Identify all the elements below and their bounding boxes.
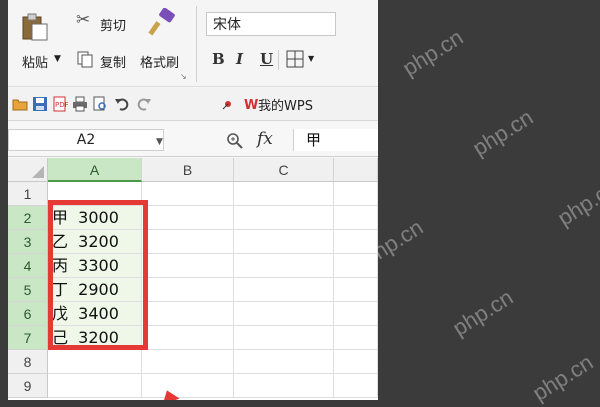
cell-b1[interactable] xyxy=(142,182,234,206)
column-header-c[interactable]: C xyxy=(234,158,334,182)
name-box[interactable]: A2 xyxy=(8,129,164,151)
print-icon[interactable] xyxy=(72,96,88,112)
cell-c2[interactable] xyxy=(234,206,334,230)
open-folder-icon[interactable] xyxy=(12,96,28,112)
select-all-icon xyxy=(32,166,44,178)
cell-a9[interactable] xyxy=(48,374,142,398)
cell-b7[interactable] xyxy=(142,326,234,350)
cell-c5[interactable] xyxy=(234,278,334,302)
row-header[interactable]: 5 xyxy=(8,278,48,302)
font-name-select[interactable]: 宋体 xyxy=(206,12,336,36)
column-header-d[interactable] xyxy=(334,158,378,182)
row-header[interactable]: 9 xyxy=(8,374,48,398)
scissors-icon[interactable]: ✂ xyxy=(76,10,90,30)
cell-b2[interactable] xyxy=(142,206,234,230)
paste-button[interactable]: 粘贴 xyxy=(22,52,48,71)
cell-c7[interactable] xyxy=(234,326,334,350)
svg-text:W: W xyxy=(244,98,258,112)
undo-icon[interactable] xyxy=(114,96,130,112)
cell-b9[interactable] xyxy=(142,374,234,398)
cell-c6[interactable] xyxy=(234,302,334,326)
ribbon-divider xyxy=(278,50,279,70)
cell-c3[interactable] xyxy=(234,230,334,254)
my-wps-tab[interactable]: 我的WPS xyxy=(258,95,313,114)
row-header[interactable]: 4 xyxy=(8,254,48,278)
cell-b5[interactable] xyxy=(142,278,234,302)
customize-toolbar-icon[interactable] xyxy=(220,96,236,112)
cell-d4[interactable] xyxy=(334,254,378,278)
print-preview-icon[interactable] xyxy=(92,96,108,112)
cell-c9[interactable] xyxy=(234,374,334,398)
save-icon[interactable] xyxy=(32,96,48,112)
cell-a8[interactable] xyxy=(48,350,142,374)
borders-dropdown-icon[interactable]: ▼ xyxy=(308,54,314,63)
format-painter-icon[interactable] xyxy=(146,7,178,42)
italic-button[interactable]: I xyxy=(236,50,243,68)
formula-input[interactable]: 甲 xyxy=(293,129,378,151)
row-header[interactable]: 3 xyxy=(8,230,48,254)
row-header[interactable]: 1 xyxy=(8,182,48,206)
chevron-down-icon[interactable]: ▼ xyxy=(54,54,61,64)
cell-d6[interactable] xyxy=(334,302,378,326)
ribbon-toolbar: 粘贴 ▼ ✂ 剪切 复制 格式刷 ↘ 宋体 B I U ▼ xyxy=(8,0,378,87)
copy-icon[interactable] xyxy=(76,50,94,72)
quick-access-toolbar: PDF W 我的WPS xyxy=(8,88,378,121)
row-header[interactable]: 7 xyxy=(8,326,48,350)
cell-b6[interactable] xyxy=(142,302,234,326)
cell-d1[interactable] xyxy=(334,182,378,206)
cell-b8[interactable] xyxy=(142,350,234,374)
cell-d2[interactable] xyxy=(334,206,378,230)
bold-button[interactable]: B xyxy=(212,50,225,68)
column-header-a[interactable]: A xyxy=(48,158,142,182)
row-header[interactable]: 8 xyxy=(8,350,48,374)
ribbon-divider xyxy=(196,6,197,82)
cell-b3[interactable] xyxy=(142,230,234,254)
row-header[interactable]: 2 xyxy=(8,206,48,230)
cell-d7[interactable] xyxy=(334,326,378,350)
formula-bar: A2 ▼ fx 甲 xyxy=(8,124,378,157)
borders-icon[interactable] xyxy=(286,50,306,72)
row-header[interactable]: 6 xyxy=(8,302,48,326)
insert-function-button[interactable]: fx xyxy=(257,129,273,149)
export-pdf-icon[interactable]: PDF xyxy=(52,96,68,112)
cut-button[interactable]: 剪切 xyxy=(100,15,126,34)
select-all-corner[interactable] xyxy=(8,158,48,182)
cell-c4[interactable] xyxy=(234,254,334,278)
cell-c8[interactable] xyxy=(234,350,334,374)
format-painter-button[interactable]: 格式刷 xyxy=(140,52,179,71)
cell-d8[interactable] xyxy=(334,350,378,374)
spreadsheet-window: 粘贴 ▼ ✂ 剪切 复制 格式刷 ↘ 宋体 B I U ▼ PDF W 我的WP… xyxy=(8,0,378,400)
selection-highlight-box xyxy=(48,200,148,350)
dialog-launcher-icon[interactable]: ↘ xyxy=(180,72,187,81)
copy-button[interactable]: 复制 xyxy=(100,52,126,71)
redo-icon[interactable] xyxy=(136,96,152,112)
zoom-icon[interactable] xyxy=(226,132,244,150)
paste-icon[interactable] xyxy=(20,12,50,46)
cell-d5[interactable] xyxy=(334,278,378,302)
svg-text:PDF: PDF xyxy=(55,101,68,109)
cell-b4[interactable] xyxy=(142,254,234,278)
column-header-b[interactable]: B xyxy=(142,158,234,182)
underline-button[interactable]: U xyxy=(260,50,273,68)
cell-c1[interactable] xyxy=(234,182,334,206)
cell-d3[interactable] xyxy=(334,230,378,254)
name-box-dropdown-icon[interactable]: ▼ xyxy=(156,137,163,147)
cell-d9[interactable] xyxy=(334,374,378,398)
